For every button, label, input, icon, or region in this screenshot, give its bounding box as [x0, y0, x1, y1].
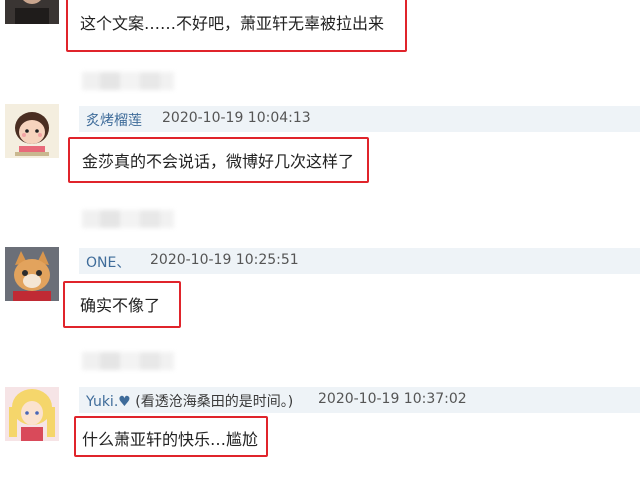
comment-text: 这个文案……不好吧，萧亚轩无辜被拉出来 [80, 14, 385, 33]
avatar[interactable] [5, 0, 59, 24]
username-note: (看透沧海桑田的是时间。) [135, 394, 294, 410]
comment-text: 什么萧亚轩的快乐…尴尬 [82, 430, 259, 449]
avatar[interactable] [5, 247, 59, 301]
username-link[interactable]: Yuki.♥ (看透沧海桑田的是时间。) [86, 391, 293, 411]
avatar[interactable] [5, 387, 59, 441]
timestamp: 2020-10-19 10:04:13 [162, 110, 311, 126]
comment-text: 金莎真的不会说话，微博好几次这样了 [82, 152, 355, 171]
username[interactable]: Yuki.♥ [86, 394, 131, 410]
timestamp: 2020-10-19 10:37:02 [318, 391, 467, 407]
avatar[interactable] [5, 104, 59, 158]
blurred-reply-placeholder [82, 352, 174, 370]
cartoon-girl-avatar-icon [5, 104, 59, 158]
blurred-reply-placeholder [82, 72, 174, 90]
user-avatar-icon [5, 0, 59, 24]
blurred-reply-placeholder [82, 210, 174, 228]
username-link[interactable]: ONE、 [86, 252, 130, 272]
anime-girl-avatar-icon [5, 387, 59, 441]
username-link[interactable]: 炙烤榴莲 [86, 110, 142, 130]
comment-text: 确实不像了 [80, 296, 161, 315]
cat-avatar-icon [5, 247, 59, 301]
timestamp: 2020-10-19 10:25:51 [150, 252, 299, 268]
